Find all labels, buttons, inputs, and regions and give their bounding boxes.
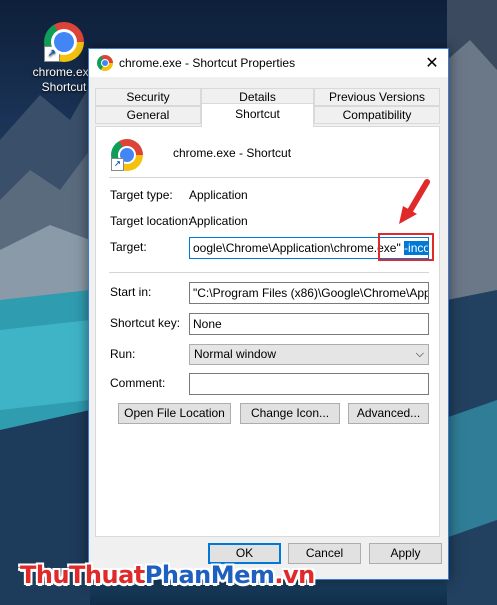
target-location-value: Application [189,214,248,228]
chrome-icon: ↗ [44,22,84,62]
change-icon-button[interactable]: Change Icon... [240,403,340,424]
red-arrow-annotation [399,179,430,224]
tab-general[interactable]: General [95,106,201,124]
chrome-shortcut-icon: ↗ [111,139,143,171]
properties-dialog: chrome.exe - Shortcut Properties ✕ Secur… [88,48,449,580]
watermark-part-2: PhanMem [144,561,275,589]
tab-shortcut[interactable]: Shortcut [201,103,314,127]
watermark-logo: ThuThuatPhanMem.vn [20,561,315,589]
highlight-box [378,233,434,261]
tab-security[interactable]: Security [95,88,201,106]
shortcut-arrow-icon: ↗ [44,46,60,62]
divider [109,272,429,273]
comment-input[interactable] [189,373,429,395]
target-location-label: Target location: [110,214,192,228]
tab-strip: Security Details Previous Versions Gener… [95,86,440,127]
shortcut-key-label: Shortcut key: [110,316,181,330]
target-type-value: Application [189,188,248,202]
start-in-label: Start in: [110,285,152,299]
window-title: chrome.exe - Shortcut Properties [119,56,296,70]
comment-label: Comment: [110,376,166,390]
shortcut-key-input[interactable]: None [189,313,429,335]
divider [109,177,429,178]
tab-previous-versions[interactable]: Previous Versions [314,88,440,106]
title-bar[interactable]: chrome.exe - Shortcut Properties ✕ [89,49,448,77]
shortcut-panel: ↗ chrome.exe - Shortcut Target type: App… [95,126,440,537]
chrome-icon [97,55,113,71]
tab-compatibility[interactable]: Compatibility [314,106,440,124]
run-label: Run: [110,347,136,361]
target-text: oogle\Chrome\Application\chrome.exe" [193,241,405,255]
advanced-button[interactable]: Advanced... [348,403,429,424]
apply-button[interactable]: Apply [369,543,442,564]
run-value: Normal window [194,347,277,361]
close-icon: ✕ [425,55,439,72]
shortcut-name: chrome.exe - Shortcut [173,146,292,160]
target-type-label: Target type: [110,188,173,202]
watermark-part-1: ThuThuat [20,561,145,589]
start-in-input[interactable]: "C:\Program Files (x86)\Google\Chrome\Ap… [189,282,429,304]
open-file-location-button[interactable]: Open File Location [118,403,231,424]
watermark-part-3: .vn [274,561,315,589]
chevron-down-icon: ⌵ [415,348,424,360]
shortcut-arrow-icon: ↗ [111,158,124,171]
target-label: Target: [110,240,147,254]
close-button[interactable]: ✕ [416,49,448,77]
run-select[interactable]: Normal window ⌵ [189,344,429,365]
